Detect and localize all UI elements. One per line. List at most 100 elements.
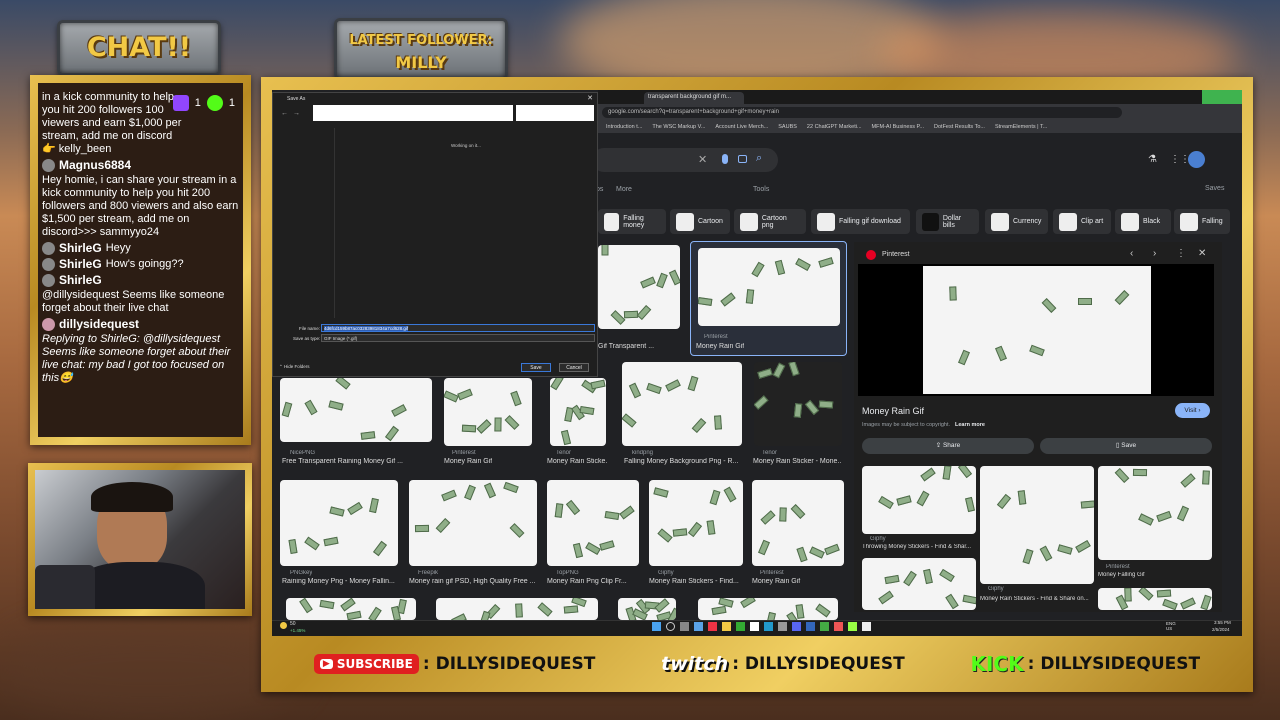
app-icon[interactable]: [834, 622, 843, 631]
filter-chip[interactable]: Clip art: [1053, 209, 1111, 234]
bookmark-item[interactable]: 22 ChatGPT Marketi...: [807, 124, 862, 130]
app-icon[interactable]: [694, 622, 703, 631]
filter-chip[interactable]: Black: [1115, 209, 1171, 234]
profile-avatar[interactable]: [1188, 151, 1205, 168]
save-type-select[interactable]: GIF Image (*.gif): [321, 334, 595, 342]
result-title[interactable]: Free Transparent Raining Money Gif ...: [282, 458, 432, 465]
app-icon[interactable]: [792, 622, 801, 631]
browser-tab[interactable]: transparent background gif m...: [644, 92, 744, 104]
result-image[interactable]: [409, 480, 537, 566]
result-image[interactable]: [550, 378, 606, 446]
result-image[interactable]: [622, 362, 742, 446]
bookmark-item[interactable]: Account Live Merch...: [715, 124, 768, 130]
related-title[interactable]: Throwing Money Stickers - Find & Shar...: [862, 544, 976, 550]
filter-chip[interactable]: Falling money: [598, 209, 666, 234]
path-bar[interactable]: [313, 105, 513, 121]
result-image[interactable]: [598, 245, 680, 329]
result-title[interactable]: Money Rain Sticke...: [547, 458, 607, 465]
save-button[interactable]: Save: [521, 363, 551, 372]
mic-icon[interactable]: [722, 154, 728, 164]
camera-search-icon[interactable]: [738, 155, 747, 163]
hide-folders-toggle[interactable]: ⌃ Hide Folders: [279, 364, 310, 370]
clock-date[interactable]: 2/5/2024: [1212, 627, 1230, 632]
result-title[interactable]: Money rain gif PSD, High Quality Free ..…: [409, 578, 537, 585]
result-image[interactable]: [286, 598, 416, 620]
filename-input[interactable]: 4d6fcd159b87ac03283981834a7cd628.gif: [321, 324, 595, 332]
lang-indicator[interactable]: ENG US: [1166, 621, 1176, 631]
bookmark-item[interactable]: StreamElements | T...: [995, 124, 1047, 130]
result-image[interactable]: [280, 378, 432, 442]
tab-more[interactable]: More: [616, 186, 632, 193]
related-image[interactable]: [1098, 588, 1212, 610]
result-image[interactable]: [618, 598, 676, 620]
filter-chip[interactable]: Cartoon png: [734, 209, 806, 234]
app-icon[interactable]: [778, 622, 787, 631]
filter-chip[interactable]: Falling gif download: [811, 209, 910, 234]
app-icon[interactable]: [680, 622, 689, 631]
next-icon[interactable]: ›: [1153, 248, 1156, 259]
result-title[interactable]: Raining Money Png - Money Fallin...: [282, 578, 400, 585]
address-bar[interactable]: google.com/search?q=transparent+backgrou…: [602, 107, 1122, 118]
filter-chip[interactable]: Dollar bills: [916, 209, 979, 234]
result-image[interactable]: [444, 378, 532, 446]
result-title[interactable]: Money Rain Gif: [444, 458, 492, 465]
learn-more-link[interactable]: Learn more: [955, 422, 985, 428]
clear-icon[interactable]: ✕: [698, 153, 707, 166]
app-icon[interactable]: [764, 622, 773, 631]
labs-icon[interactable]: ⚗: [1148, 154, 1157, 165]
app-icon[interactable]: [862, 622, 871, 631]
weather-temp[interactable]: 50: [290, 621, 296, 627]
preview-image[interactable]: [923, 266, 1151, 394]
result-image[interactable]: [754, 362, 842, 446]
related-image[interactable]: [862, 466, 976, 534]
app-icon[interactable]: [722, 622, 731, 631]
close-icon[interactable]: ✕: [1198, 248, 1206, 259]
cancel-button[interactable]: Cancel: [559, 363, 589, 372]
result-image[interactable]: [698, 248, 840, 326]
result-image[interactable]: [698, 598, 838, 620]
bookmark-item[interactable]: The WSC Markup V...: [652, 124, 705, 130]
app-icon[interactable]: [736, 622, 745, 631]
dialog-search-box[interactable]: [516, 105, 594, 121]
result-title[interactable]: Gif Transparent ...: [598, 343, 654, 350]
related-image[interactable]: [980, 466, 1094, 584]
back-icon[interactable]: ←: [281, 110, 288, 117]
dialog-close-icon[interactable]: ✕: [587, 94, 593, 102]
filter-chip[interactable]: Currency: [985, 209, 1048, 234]
result-title[interactable]: Money Rain Gif: [696, 343, 744, 350]
clock-time[interactable]: 3:55 PM: [1214, 620, 1231, 625]
filter-chip[interactable]: Cartoon: [670, 209, 730, 234]
bookmark-item[interactable]: SAUBS: [778, 124, 797, 130]
related-title[interactable]: Money Falling Gif: [1098, 572, 1145, 578]
search-icon[interactable]: ⌕: [756, 152, 762, 165]
app-icon[interactable]: [820, 622, 829, 631]
taskbar-search-icon[interactable]: [666, 622, 675, 631]
filter-chip[interactable]: Falling: [1174, 209, 1230, 234]
result-image[interactable]: [649, 480, 743, 566]
app-icon[interactable]: [750, 622, 759, 631]
bookmark-item[interactable]: MFM-AI Business P...: [872, 124, 924, 130]
visit-button[interactable]: Visit ›: [1175, 403, 1210, 418]
app-icon[interactable]: [848, 622, 857, 631]
result-title[interactable]: Money Rain Gif: [752, 578, 844, 585]
share-button[interactable]: ⇪ Share: [862, 438, 1034, 454]
tab-tools[interactable]: Tools: [753, 186, 769, 193]
more-options-icon[interactable]: ⋮: [1176, 248, 1186, 259]
result-title[interactable]: Money Rain Sticker - Mone...: [753, 458, 841, 465]
forward-icon[interactable]: →: [293, 110, 300, 117]
app-icon[interactable]: [708, 622, 717, 631]
related-image[interactable]: [1098, 466, 1212, 560]
apps-grid-icon[interactable]: ⋮⋮: [1170, 154, 1190, 165]
search-box[interactable]: [592, 148, 778, 172]
result-image[interactable]: [547, 480, 639, 566]
result-image[interactable]: [752, 480, 844, 566]
result-title[interactable]: Falling Money Background Png - R...: [624, 458, 742, 465]
bookmark-item[interactable]: DotFest Results To...: [934, 124, 985, 130]
app-icon[interactable]: [806, 622, 815, 631]
weather-icon[interactable]: [280, 622, 287, 629]
result-image[interactable]: [436, 598, 598, 620]
result-title[interactable]: Money Rain Png Clip Fr...: [547, 578, 639, 585]
related-title[interactable]: Money Rain Stickers - Find & Share on...: [980, 596, 1094, 602]
windows-start-icon[interactable]: [652, 622, 661, 631]
prev-icon[interactable]: ‹: [1130, 248, 1133, 259]
